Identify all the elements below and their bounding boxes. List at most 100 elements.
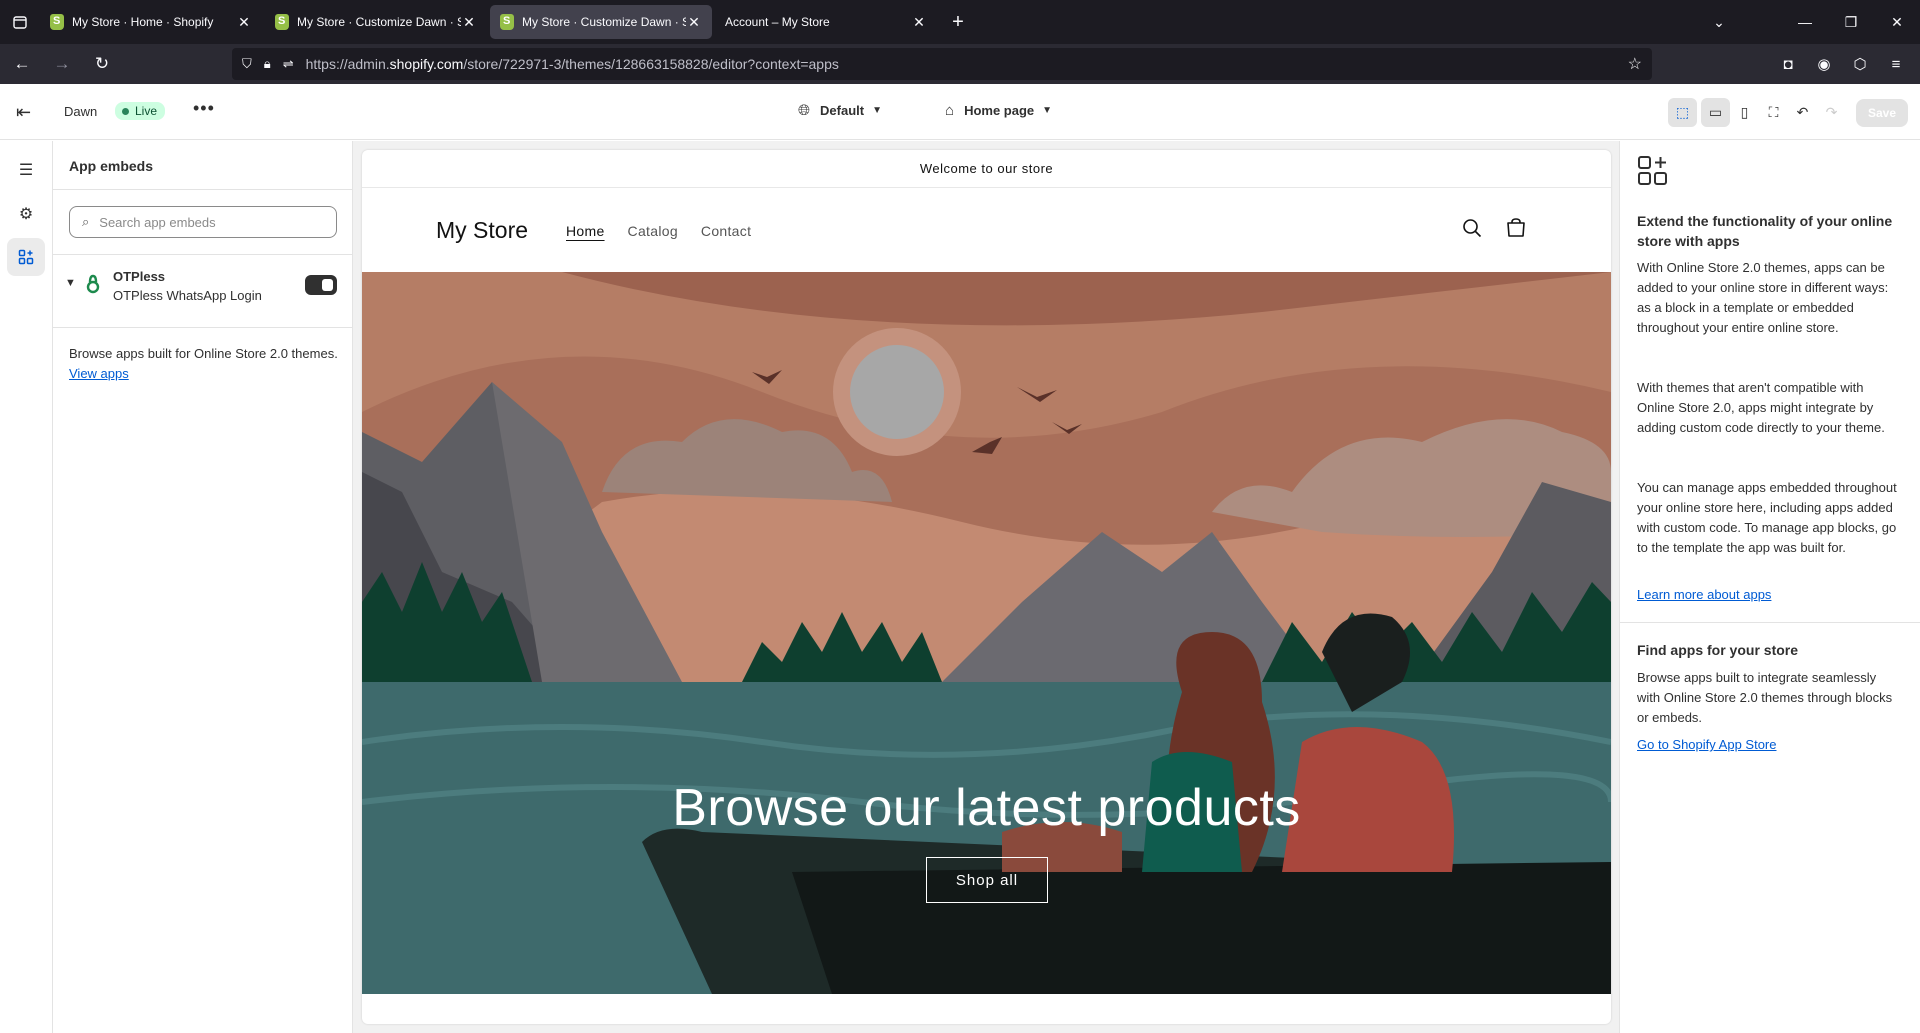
exit-icon[interactable]: ⇤ [16,102,31,123]
browser-tab-3[interactable]: My Store · Customize Dawn · Sh ✕ [490,5,712,39]
window-controls: ⌄ — ❐ ✕ [1696,0,1920,44]
find-apps-text: Browse apps built to integrate seamlessl… [1637,670,1893,725]
url-prefix: https://admin. [305,56,390,72]
view-apps-link[interactable]: View apps [69,366,129,381]
search-app-embeds-field[interactable]: ⌕ [69,206,337,238]
divider [53,189,353,190]
market-selector-label: Default [820,103,865,118]
app-store-link[interactable]: Go to Shopify App Store [1637,737,1776,752]
tab-title: My Store · Customize Dawn · Sh [297,15,461,29]
sections-icon[interactable]: ☰ [7,151,45,189]
embed-toggle[interactable] [305,275,337,295]
reload-icon[interactable]: ↻ [84,46,120,82]
tab-title: My Store · Home · Shopify [72,15,214,29]
restore-icon[interactable]: ❐ [1828,14,1874,31]
chevron-down-icon[interactable]: ▼ [65,277,76,289]
announcement-bar[interactable]: Welcome to our store [362,150,1611,188]
shopify-favicon-icon [275,14,289,30]
bookmark-star-icon[interactable]: ☆ [1628,54,1642,74]
hero-banner[interactable]: Browse our latest products Shop all [362,272,1611,994]
tab-close-icon[interactable]: ✕ [911,14,927,31]
browser-nav-bar: ← → ↻ ⛉ 🔒︎ ⇌ https://admin.shopify.com/s… [0,44,1920,84]
browser-tab-2[interactable]: My Store · Customize Dawn · Sh ✕ [265,5,487,39]
store-logo[interactable]: My Store [436,217,528,244]
apps-info-panel: Extend the functionality of your online … [1619,141,1920,1033]
browser-tab-4[interactable]: Account – My Store ✕ [715,5,937,39]
shop-all-button[interactable]: Shop all [926,857,1048,903]
page-selector[interactable]: ⌂ Home page ▼ [945,102,1052,119]
hero-heading: Browse our latest products [672,779,1301,837]
window-close-icon[interactable]: ✕ [1874,14,1920,31]
inspector-icon[interactable]: ⬚ [1668,98,1697,127]
home-icon: ⌂ [945,102,955,119]
lock-icon[interactable]: 🔒︎ [264,56,271,72]
pocket-icon[interactable]: ◘ [1770,56,1806,73]
sidebar-title: App embeds [69,158,154,174]
shield-icon[interactable]: ⛉ [242,56,252,72]
divider [53,254,353,255]
browser-tab-bar: My Store · Home · Shopify ✕ My Store · C… [0,0,1920,44]
app-embeds-icon[interactable] [7,238,45,276]
cart-icon[interactable] [1505,217,1527,239]
apps-panel-paragraph: You can manage apps embedded throughout … [1637,480,1897,555]
tab-overflow-chevron-icon[interactable]: ⌄ [1696,14,1742,31]
apps-panel-paragraph: With themes that aren't compatible with … [1637,380,1885,435]
back-icon[interactable]: ← [4,46,40,82]
mobile-preview-icon[interactable]: ▯ [1730,98,1759,127]
more-actions-icon[interactable]: ••• [193,98,215,119]
permissions-icon[interactable]: ⇌ [283,56,294,72]
fullscreen-icon[interactable]: ⛶ [1759,98,1788,127]
save-button[interactable]: Save [1856,98,1908,127]
minimize-icon[interactable]: — [1782,14,1828,30]
address-bar[interactable]: ⛉ 🔒︎ ⇌ https://admin.shopify.com/store/7… [232,48,1652,80]
tab-close-icon[interactable]: ✕ [686,14,702,31]
shopify-favicon-icon [50,14,64,30]
apps-panel-paragraph: With Online Store 2.0 themes, apps can b… [1637,260,1889,335]
nav-contact[interactable]: Contact [701,223,751,239]
chevron-down-icon: ▼ [872,105,882,116]
undo-icon[interactable]: ↶ [1788,98,1817,127]
app-embed-row[interactable]: ▼ OTPless OTPless WhatsApp Login [53,263,353,313]
tab-close-icon[interactable]: ✕ [461,14,477,31]
find-apps-heading: Find apps for your store [1637,642,1799,658]
nav-catalog[interactable]: Catalog [628,223,678,239]
url-domain: shopify.com [389,56,464,72]
search-input[interactable] [99,214,320,230]
chevron-down-icon: ▼ [1042,105,1053,116]
browse-apps-text: Browse apps built for Online Store 2.0 t… [69,344,339,384]
browser-toolbar-right: ◘ ◉ ⬡ ≡ [1770,44,1914,84]
redo-icon[interactable]: ↷ [1817,98,1846,127]
tab-title: Account – My Store [725,15,830,29]
tab-list-icon[interactable] [0,0,40,44]
editor-tools: ⬚ ▭ ▯ ⛶ ↶ ↷ Save [1668,98,1908,127]
theme-settings-gear-icon[interactable]: ⚙ [7,195,45,233]
desktop-preview-icon[interactable]: ▭ [1701,98,1730,127]
new-tab-icon[interactable]: + [940,0,976,44]
menu-icon[interactable]: ≡ [1878,56,1914,73]
nav-home[interactable]: Home [566,223,605,239]
divider [1620,622,1920,623]
storefront-preview[interactable]: Welcome to our store My Store Home Catal… [362,150,1611,1024]
extensions-icon[interactable]: ⬡ [1842,55,1878,73]
shopify-favicon-icon [500,14,514,30]
app-embeds-sidebar: App embeds ⌕ ▼ OTPless OTPless WhatsApp … [53,141,353,1033]
app-name: OTPless [113,269,166,284]
market-selector[interactable]: 🌐︎ Default ▼ [798,102,882,119]
url-path: /store/722971-3/themes/128663158828/edit… [463,56,839,72]
tab-title: My Store · Customize Dawn · Sh [522,15,686,29]
tab-close-icon[interactable]: ✕ [236,14,252,31]
url-text[interactable]: https://admin.shopify.com/store/722971-3… [306,56,839,72]
browser-tab-1[interactable]: My Store · Home · Shopify ✕ [40,5,262,39]
page-selector-label: Home page [964,103,1035,118]
apps-icon [1638,156,1667,185]
theme-editor-topbar: ⇤ Dawn Live ••• 🌐︎ Default ▼ ⌂ Home page… [0,84,1920,140]
browse-text: Browse apps built for Online Store 2.0 t… [69,346,338,361]
globe-icon: 🌐︎ [798,102,811,119]
learn-more-link[interactable]: Learn more about apps [1637,587,1771,602]
editor-left-rail: ☰ ⚙ [0,141,53,1033]
store-search-icon[interactable] [1462,218,1482,238]
forward-icon[interactable]: → [44,46,80,82]
store-header[interactable]: My Store Home Catalog Contact [362,188,1611,272]
otpless-logo-icon [86,274,100,294]
account-icon[interactable]: ◉ [1806,55,1842,73]
